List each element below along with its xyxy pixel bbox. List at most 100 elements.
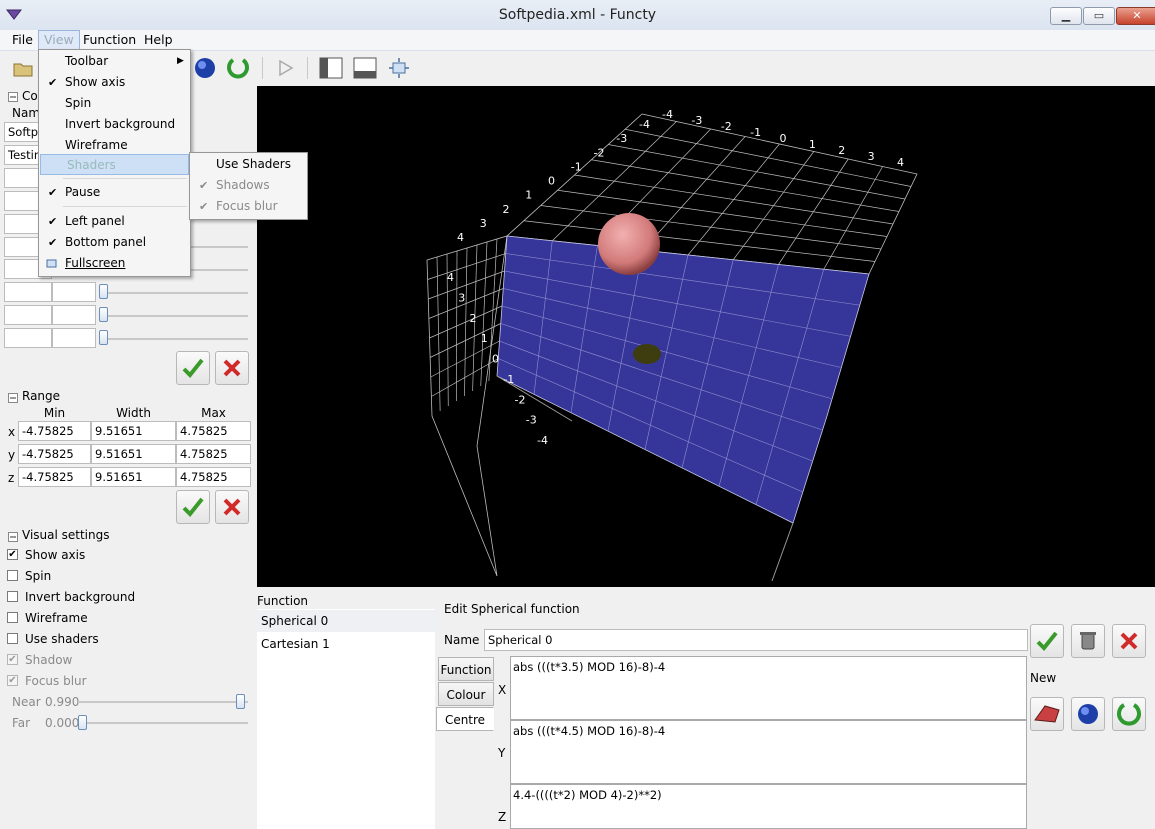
function-name-input[interactable]: Spherical 0 <box>484 629 1028 651</box>
view-menu-pause[interactable]: ✔ Pause <box>39 182 190 203</box>
view-menu-show-axis[interactable]: ✔ Show axis <box>39 72 190 93</box>
collapse-range-icon[interactable] <box>8 392 18 406</box>
tab-centre[interactable]: Centre <box>436 707 494 731</box>
view-menu-wireframe[interactable]: Wireframe <box>39 135 190 156</box>
control-cell[interactable] <box>4 305 52 325</box>
menu-view[interactable]: View <box>38 30 80 50</box>
view-menu-shaders[interactable]: Shaders <box>40 154 189 175</box>
near-slider-thumb[interactable] <box>235 694 245 709</box>
far-slider-thumb[interactable] <box>78 715 87 730</box>
tick-label: -4 <box>537 434 548 447</box>
shaders-menu-shadows[interactable]: ✔ Shadows <box>190 175 307 196</box>
control-slider[interactable] <box>104 292 248 294</box>
toolbar-separator <box>307 57 308 79</box>
tab-function[interactable]: Function <box>438 657 494 681</box>
x-expression-editor[interactable]: abs (((t*3.5) MOD 16)-8)-4 <box>510 656 1027 720</box>
y-expression-editor[interactable]: abs (((t*4.5) MOD 16)-8)-4 <box>510 720 1027 784</box>
range-x-width[interactable]: 9.51651 <box>91 421 176 441</box>
sphere-function[interactable] <box>598 213 660 275</box>
controls-apply-button[interactable] <box>176 351 210 385</box>
control-slider-thumb[interactable] <box>99 307 108 322</box>
collapse-visual-icon[interactable] <box>8 531 18 545</box>
control-slider[interactable] <box>104 338 248 340</box>
view-menu-toolbar[interactable]: Toolbar ▶ <box>39 51 190 72</box>
check-icon: ✔ <box>48 186 58 199</box>
add-spherical-icon[interactable] <box>192 55 218 81</box>
control-slider[interactable] <box>190 269 248 271</box>
view-menu-spin[interactable]: Spin <box>39 93 190 114</box>
range-x-max[interactable]: 4.75825 <box>176 421 251 441</box>
floor-plane <box>496 235 870 524</box>
view-menu-left-panel[interactable]: ✔ Left panel <box>39 211 190 232</box>
control-slider-thumb[interactable] <box>99 284 108 299</box>
shaders-menu-focus-blur[interactable]: ✔ Focus blur <box>190 196 307 217</box>
open-folder-icon[interactable] <box>10 55 36 81</box>
tab-colour[interactable]: Colour <box>438 682 494 706</box>
maximize-button[interactable]: ▭ <box>1083 7 1115 25</box>
range-x-min[interactable]: -4.75825 <box>18 421 91 441</box>
range-y-max[interactable]: 4.75825 <box>176 444 251 464</box>
range-y-width[interactable]: 9.51651 <box>91 444 176 464</box>
range-axis-label: z <box>8 471 15 485</box>
tick-label: -3 <box>691 114 702 127</box>
z-expression-editor[interactable]: 4.4-((((t*2) MOD 4)-2)**2) <box>510 784 1027 829</box>
far-slider[interactable] <box>78 722 248 724</box>
focus-blur-checkbox[interactable]: ✔ <box>7 675 18 686</box>
bottom-panel-toggle-icon[interactable] <box>352 55 378 81</box>
play-icon[interactable] <box>272 55 298 81</box>
check-icon: ✔ <box>199 179 209 192</box>
range-y-min[interactable]: -4.75825 <box>18 444 91 464</box>
menu-help[interactable]: Help <box>139 31 178 49</box>
show-axis-checkbox[interactable]: ✔ <box>7 549 18 560</box>
control-cell[interactable] <box>4 328 52 348</box>
range-cancel-button[interactable] <box>215 490 249 524</box>
near-label: Near <box>12 695 41 709</box>
new-cartesian-button[interactable] <box>1030 697 1064 731</box>
list-item[interactable]: Spherical 0 <box>257 610 439 632</box>
function-apply-button[interactable] <box>1030 624 1064 658</box>
invert-background-checkbox[interactable] <box>7 591 18 602</box>
range-min-header: Min <box>43 406 66 420</box>
controls-cancel-button[interactable] <box>215 351 249 385</box>
fullscreen-icon <box>44 256 59 278</box>
control-slider[interactable] <box>104 315 248 317</box>
view-menu-bottom-panel[interactable]: ✔ Bottom panel <box>39 232 190 253</box>
check-icon: ✔ <box>48 76 58 89</box>
menu-file[interactable]: File <box>7 31 38 49</box>
delete-function-button[interactable] <box>1071 624 1105 658</box>
list-item[interactable]: Cartesian 1 <box>257 633 439 655</box>
new-curve-button[interactable] <box>1112 697 1146 731</box>
control-cell[interactable] <box>52 305 96 325</box>
range-max-header: Max <box>201 406 226 420</box>
fullscreen-icon[interactable] <box>386 55 412 81</box>
menu-function[interactable]: Function <box>78 31 141 49</box>
view-menu-invert-background[interactable]: Invert background <box>39 114 190 135</box>
tick-label: 2 <box>503 203 510 216</box>
control-slider-thumb[interactable] <box>99 330 108 345</box>
new-label: New <box>1030 671 1057 685</box>
range-z-min[interactable]: -4.75825 <box>18 467 91 487</box>
left-panel-toggle-icon[interactable] <box>318 55 344 81</box>
wireframe-checkbox[interactable] <box>7 612 18 623</box>
minimize-button[interactable]: ▁ <box>1050 7 1082 25</box>
new-spherical-button[interactable] <box>1071 697 1105 731</box>
use-shaders-checkbox[interactable] <box>7 633 18 644</box>
control-slider[interactable] <box>190 246 248 248</box>
shaders-menu-use-shaders[interactable]: Use Shaders <box>190 154 307 175</box>
spin-checkbox[interactable] <box>7 570 18 581</box>
range-apply-button[interactable] <box>176 490 210 524</box>
3d-viewport[interactable]: -4 -3 -2 -1 0 1 2 3 4 -4 -3 -2 -1 0 1 2 3 4 4 3 2 1 0 -1 -2 -3 -4 <box>257 86 1155 587</box>
range-z-width[interactable]: 9.51651 <box>91 467 176 487</box>
shadow-checkbox[interactable]: ✔ <box>7 654 18 665</box>
control-cell[interactable] <box>4 282 52 302</box>
view-menu-fullscreen[interactable]: Fullscreen <box>39 253 190 274</box>
close-button[interactable]: ✕ <box>1116 7 1155 25</box>
collapse-controls-icon[interactable] <box>8 91 18 105</box>
function-cancel-button[interactable] <box>1112 624 1146 658</box>
control-cell[interactable] <box>52 328 96 348</box>
add-curve-icon[interactable] <box>225 55 251 81</box>
control-cell[interactable] <box>52 282 96 302</box>
tick-label: 4 <box>447 271 454 284</box>
near-slider[interactable] <box>78 701 248 703</box>
range-z-max[interactable]: 4.75825 <box>176 467 251 487</box>
